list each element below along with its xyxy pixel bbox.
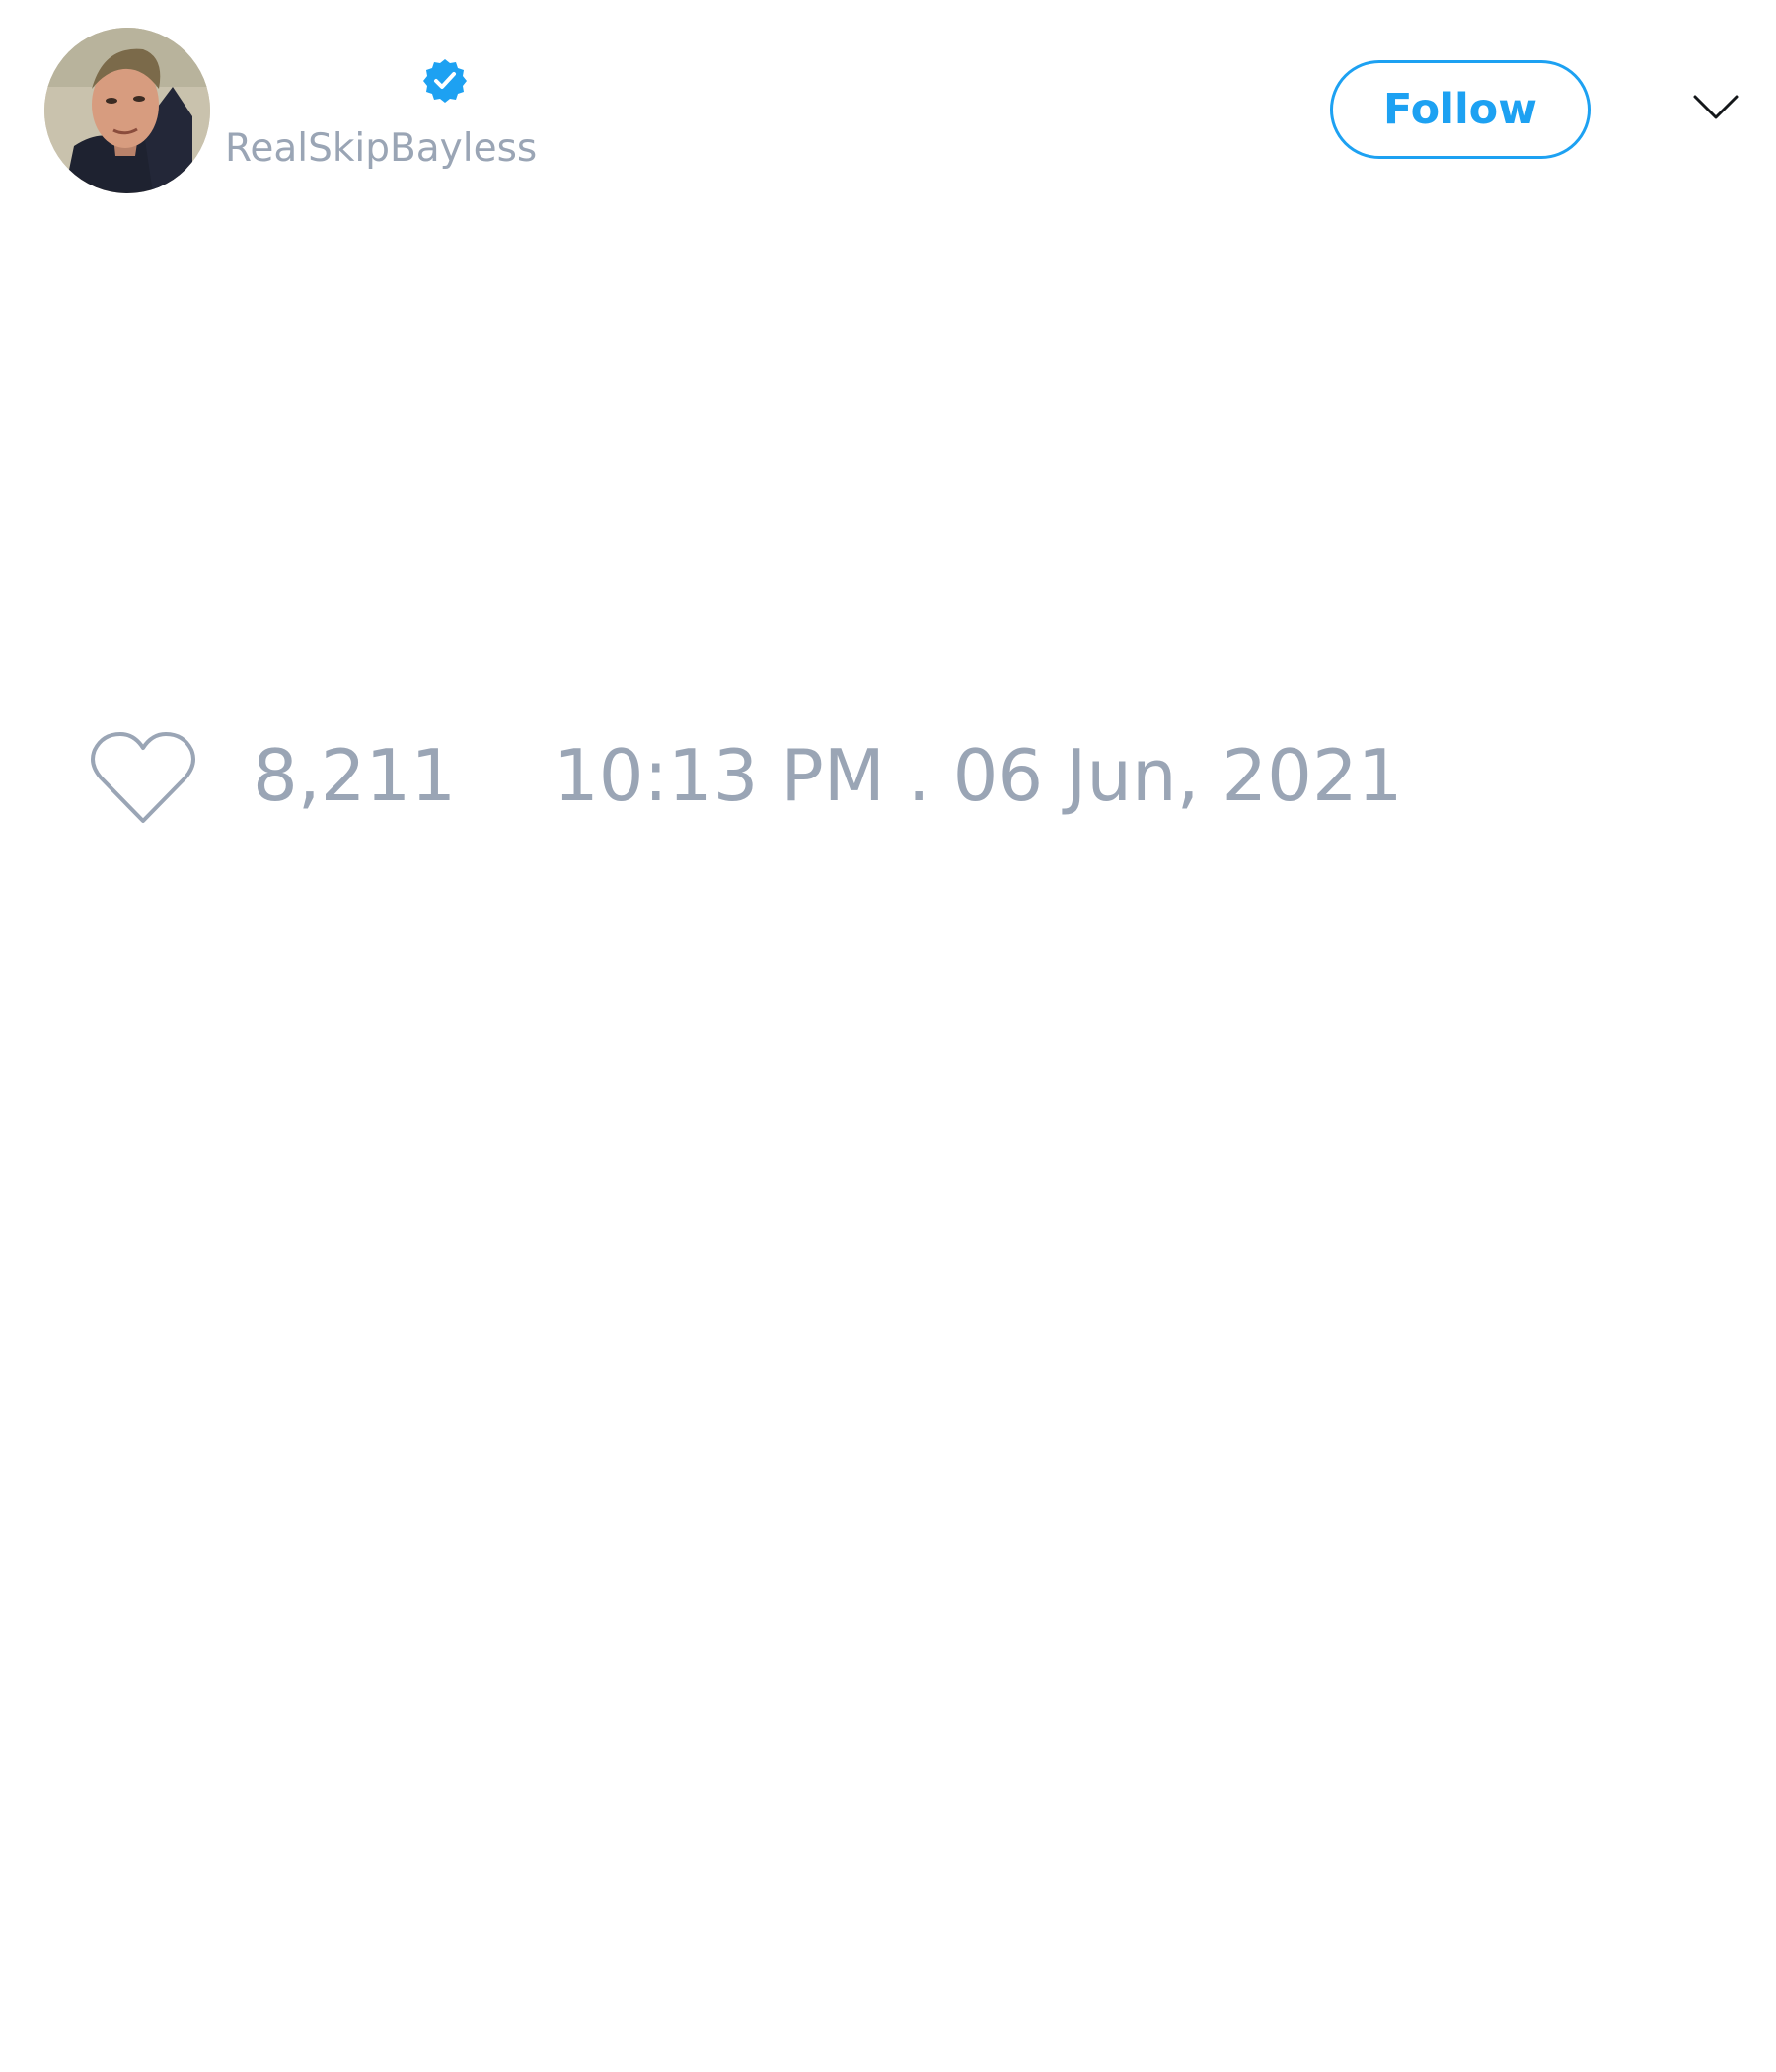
avatar-photo (44, 28, 210, 193)
tweet-timestamp[interactable]: 10:13 PM . 06 Jun, 2021 (554, 740, 1403, 811)
tweet-stats: 8,211 10:13 PM . 06 Jun, 2021 (0, 720, 1776, 839)
author-handle[interactable]: RealSkipBayless (225, 126, 537, 171)
like-count: 8,211 (253, 734, 457, 817)
avatar[interactable] (44, 28, 210, 193)
heart-outline-icon[interactable] (89, 730, 197, 829)
verified-badge-icon (423, 59, 467, 103)
follow-button[interactable]: Follow (1330, 60, 1591, 159)
chevron-down-icon[interactable] (1691, 91, 1740, 124)
tweet-header: RealSkipBayless Follow (0, 0, 1776, 217)
